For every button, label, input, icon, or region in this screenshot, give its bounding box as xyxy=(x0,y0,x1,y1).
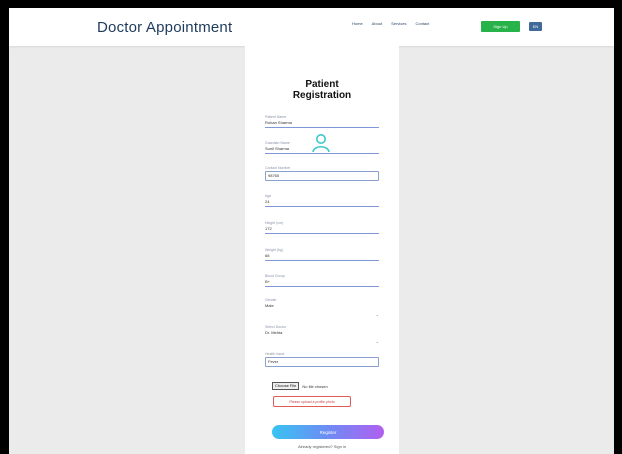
file-upload: Choose File No file chosen xyxy=(272,382,328,390)
nav-link-about[interactable]: About xyxy=(372,21,382,26)
nav-links: Home About Services Contact xyxy=(352,21,429,26)
chevron-down-icon: ⌄ xyxy=(375,339,379,344)
doctor-select[interactable]: Select Doctor Dr. Mehta ⌄ xyxy=(265,325,379,348)
file-status: No file chosen xyxy=(302,383,328,389)
brand-logo[interactable]: Doctor Appointment xyxy=(97,19,232,36)
choose-file-button[interactable]: Choose File xyxy=(272,382,300,390)
field-box: 98765 xyxy=(265,171,379,181)
field-underline xyxy=(265,206,379,207)
field-value: 98765 xyxy=(268,173,280,178)
error-message: Please upload a profile photo xyxy=(273,396,351,407)
weight-field[interactable]: Weight (kg) 68 xyxy=(265,248,379,261)
field-underline xyxy=(265,233,379,234)
registration-card: Patient Registration Patient Name Rohan … xyxy=(245,46,399,454)
height-field[interactable]: Height (cm) 172 xyxy=(265,221,379,234)
contact-number-field[interactable]: Contact Number 98765 xyxy=(265,166,379,181)
field-box: Fever xyxy=(265,357,379,367)
signin-link[interactable]: Already registered? Sign in xyxy=(245,444,399,449)
field-underline xyxy=(265,127,379,128)
nav-link-home[interactable]: Home xyxy=(352,21,363,26)
form-title-line2: Registration xyxy=(292,90,352,101)
field-value: Rohan Sharma xyxy=(265,120,292,125)
age-field[interactable]: Age 24 xyxy=(265,194,379,207)
field-value: Sunil Sharma xyxy=(265,146,290,151)
patient-name-field[interactable]: Patient Name Rohan Sharma xyxy=(265,115,379,128)
register-button[interactable]: Register xyxy=(272,425,384,439)
chevron-down-icon: ⌄ xyxy=(375,312,379,317)
blood-group-field[interactable]: Blood Group B+ xyxy=(265,274,379,287)
form-title-line1: Patient xyxy=(305,79,339,90)
nav-link-services[interactable]: Services xyxy=(391,21,406,26)
guardian-name-field[interactable]: Guardian Name Sunil Sharma xyxy=(265,141,379,154)
gender-select[interactable]: Gender Male ⌄ xyxy=(265,298,379,321)
signup-button[interactable]: Sign Up xyxy=(481,21,520,32)
field-underline xyxy=(265,286,379,287)
field-value: 68 xyxy=(265,253,270,258)
field-value: Fever xyxy=(268,359,279,364)
language-button[interactable]: EN xyxy=(529,22,542,31)
screenshot-frame: Doctor Appointment Home About Services C… xyxy=(0,0,622,454)
field-value: 172 xyxy=(265,226,272,231)
browser-viewport: Doctor Appointment Home About Services C… xyxy=(9,8,614,454)
navbar: Doctor Appointment Home About Services C… xyxy=(9,8,614,46)
nav-link-contact[interactable]: Contact xyxy=(415,21,429,26)
field-value: B+ xyxy=(265,279,271,284)
field-value: 24 xyxy=(265,199,270,204)
field-underline xyxy=(265,260,379,261)
health-issue-field[interactable]: Health Issue Fever xyxy=(265,352,379,367)
field-underline xyxy=(265,153,379,154)
